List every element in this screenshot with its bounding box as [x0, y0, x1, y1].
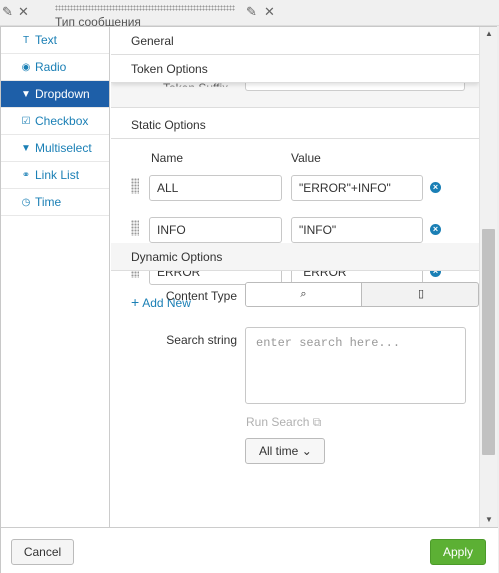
- external-link-icon: ⧉: [312, 415, 322, 429]
- static-options-section: Static Options Name Value ALL "ERROR"+IN…: [111, 111, 479, 310]
- nav-item-time[interactable]: ◷ Time: [1, 189, 109, 216]
- token-options-body: Token Suffix: [111, 77, 479, 108]
- checkbox-icon: ☑: [21, 116, 31, 127]
- nav-item-label: Text: [35, 33, 58, 47]
- nav-item-text[interactable]: T Text: [1, 27, 109, 54]
- option-value-input[interactable]: "INFO": [291, 217, 423, 243]
- drag-grip-icon[interactable]: [131, 178, 139, 194]
- caret-down-icon: ▼: [21, 143, 31, 154]
- pencil-icon[interactable]: ✎: [2, 4, 13, 20]
- input-type-nav: T Text ◉ Radio ▼ Dropdown ☑ Checkbox ▼ M…: [1, 27, 110, 527]
- nav-item-link-list[interactable]: ⚭ Link List: [1, 162, 109, 189]
- value-column-header: Value: [291, 151, 321, 165]
- section-dynamic-options[interactable]: Dynamic Options: [111, 243, 479, 271]
- close-icon[interactable]: ✕: [264, 4, 275, 20]
- nav-item-label: Time: [35, 195, 62, 209]
- option-name-input[interactable]: ALL: [149, 175, 282, 201]
- search-string-input[interactable]: enter search here...: [245, 327, 466, 404]
- drag-grip-icon[interactable]: [131, 220, 139, 236]
- content-type-toggle: ⌕ ▯: [245, 282, 479, 307]
- nav-item-label: Checkbox: [35, 114, 89, 128]
- search-content-type-button[interactable]: ⌕: [246, 283, 362, 306]
- popover-footer: Cancel Apply: [1, 527, 498, 573]
- clock-icon: ◷: [21, 197, 31, 208]
- dashboard-editor: ✎ ✕ Тип сообщения ✎ ✕ T Text ◉ Radio ▼ D…: [0, 0, 499, 573]
- nav-item-label: Radio: [35, 60, 67, 74]
- nav-item-dropdown[interactable]: ▼ Dropdown: [1, 81, 109, 108]
- nav-item-multiselect[interactable]: ▼ Multiselect: [1, 135, 109, 162]
- pencil-icon[interactable]: ✎: [246, 4, 257, 20]
- search-string-label: Search string: [166, 333, 237, 347]
- options-content: Token Suffix General Token Options Stati…: [111, 27, 479, 527]
- section-static-options[interactable]: Static Options: [111, 111, 479, 139]
- run-search-label: Run Search: [246, 415, 310, 429]
- document-icon: ▯: [417, 288, 425, 300]
- nav-item-checkbox[interactable]: ☑ Checkbox: [1, 108, 109, 135]
- run-search-link[interactable]: Run Search ⧉: [246, 415, 321, 430]
- scroll-down-icon[interactable]: ▼: [485, 515, 493, 524]
- name-column-header: Name: [151, 151, 184, 165]
- chevron-down-icon: ⌄: [301, 444, 312, 458]
- option-row: INFO "INFO" ×: [111, 217, 479, 243]
- section-general[interactable]: General: [111, 27, 479, 55]
- background-panel-header: ✎ ✕ Тип сообщения ✎ ✕: [0, 0, 499, 29]
- input-editor-popover: T Text ◉ Radio ▼ Dropdown ☑ Checkbox ▼ M…: [0, 26, 498, 573]
- section-token-options[interactable]: Token Options: [111, 55, 479, 83]
- link-icon: ⚭: [21, 170, 31, 181]
- token-suffix-label: Token Suffix: [163, 81, 229, 95]
- text-icon: T: [22, 35, 30, 46]
- time-range-button[interactable]: All time ⌄: [245, 438, 325, 464]
- nav-item-label: Dropdown: [35, 87, 90, 101]
- remove-option-icon[interactable]: ×: [430, 182, 441, 193]
- search-icon: ⌕: [300, 288, 307, 300]
- option-value-input[interactable]: "ERROR"+INFO": [291, 175, 423, 201]
- drag-handle[interactable]: [55, 5, 235, 11]
- option-row: ALL "ERROR"+INFO" ×: [111, 175, 479, 201]
- nav-item-label: Link List: [35, 168, 80, 182]
- cancel-button[interactable]: Cancel: [11, 539, 74, 565]
- time-range-label: All time: [259, 444, 299, 458]
- apply-button[interactable]: Apply: [430, 539, 486, 565]
- scroll-up-icon[interactable]: ▲: [485, 29, 493, 38]
- section-headers: General Token Options: [111, 27, 479, 83]
- close-icon[interactable]: ✕: [18, 4, 29, 20]
- nav-item-label: Multiselect: [35, 141, 92, 155]
- caret-down-icon: ▼: [21, 89, 31, 100]
- option-name-input[interactable]: INFO: [149, 217, 282, 243]
- content-type-label: Content Type: [165, 289, 237, 303]
- scroll-thumb[interactable]: [482, 229, 495, 455]
- vertical-scrollbar[interactable]: ▲ ▼: [479, 27, 497, 527]
- report-content-type-button[interactable]: ▯: [363, 283, 478, 306]
- remove-option-icon[interactable]: ×: [430, 224, 441, 235]
- dynamic-options-section: Dynamic Options Content Type ⌕ ▯ Search …: [111, 243, 479, 464]
- nav-item-radio[interactable]: ◉ Radio: [1, 54, 109, 81]
- radio-icon: ◉: [21, 62, 31, 73]
